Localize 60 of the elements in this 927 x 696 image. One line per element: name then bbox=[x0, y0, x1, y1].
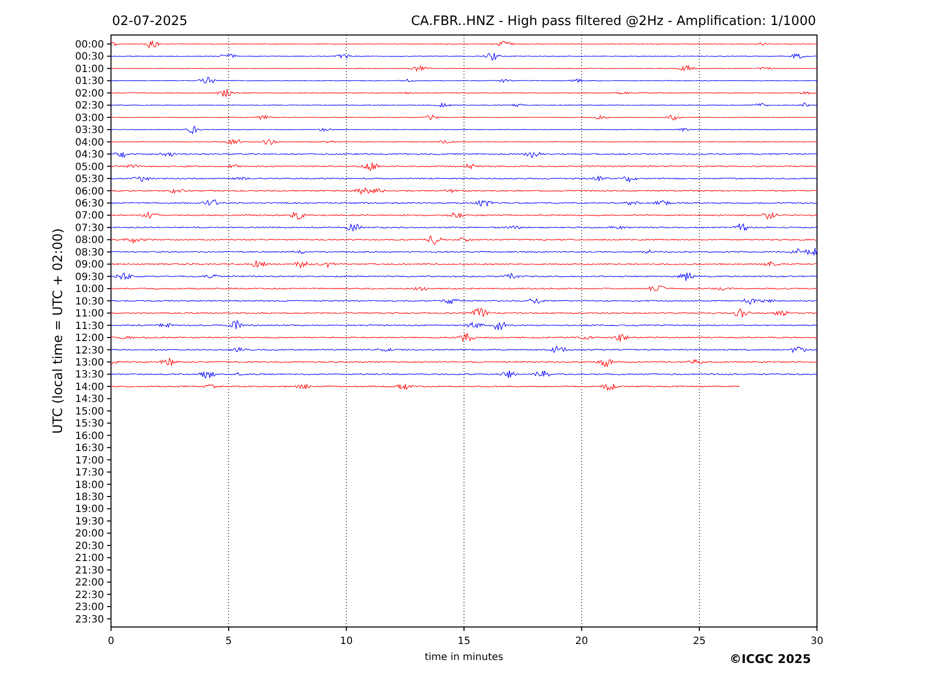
time-label: 01:30 bbox=[75, 76, 104, 88]
time-label: 11:00 bbox=[75, 308, 104, 320]
time-label: 00:30 bbox=[75, 52, 104, 63]
axis-tick-label: 20 bbox=[575, 636, 588, 647]
time-label: 11:30 bbox=[75, 320, 104, 332]
time-label: 23:30 bbox=[75, 614, 104, 626]
time-label: 17:30 bbox=[75, 468, 104, 479]
time-label: 20:30 bbox=[75, 540, 104, 552]
time-label: 18:30 bbox=[75, 492, 104, 503]
axis-tick-label: 5 bbox=[225, 636, 232, 647]
time-label: 14:00 bbox=[75, 382, 104, 393]
time-label: 10:30 bbox=[75, 296, 104, 308]
time-label: 05:30 bbox=[75, 174, 104, 186]
time-label: 16:00 bbox=[75, 430, 104, 442]
time-label: 02:00 bbox=[75, 88, 104, 100]
time-label: 06:30 bbox=[75, 198, 104, 210]
axis-tick-label: 30 bbox=[810, 636, 824, 647]
time-label: 04:00 bbox=[75, 137, 104, 148]
time-label: 18:00 bbox=[75, 480, 104, 491]
time-label: 19:30 bbox=[75, 516, 104, 528]
time-label: 21:30 bbox=[75, 565, 104, 576]
time-label: 13:30 bbox=[75, 370, 104, 381]
time-label: 15:30 bbox=[75, 418, 104, 430]
axis-tick-label: 0 bbox=[108, 636, 114, 647]
time-label: 12:00 bbox=[75, 333, 104, 344]
time-label: 06:00 bbox=[75, 186, 104, 198]
time-label: 17:00 bbox=[75, 455, 104, 466]
time-label: 16:30 bbox=[75, 443, 104, 454]
time-label: 22:30 bbox=[75, 590, 104, 601]
time-label: 09:00 bbox=[75, 260, 104, 271]
time-label: 23:00 bbox=[75, 602, 104, 614]
time-label: 03:30 bbox=[75, 125, 104, 136]
x-axis-label: time in minutes bbox=[424, 652, 504, 663]
copyright-text: ©ICGC 2025 bbox=[729, 652, 811, 666]
time-label: 10:00 bbox=[75, 284, 104, 296]
time-label: 07:30 bbox=[75, 222, 104, 234]
axis-tick-label: 10 bbox=[340, 636, 353, 647]
time-label: 14:30 bbox=[75, 394, 104, 406]
date-title: 02-07-2025 bbox=[112, 14, 188, 29]
time-label: 15:00 bbox=[75, 406, 104, 418]
axis-tick-label: 15 bbox=[458, 636, 470, 647]
time-label: 07:00 bbox=[75, 210, 104, 222]
chart-title: CA.FBR..HNZ - High pass filtered @2Hz - Amplification: 1/1000 bbox=[410, 14, 816, 29]
time-label: 01:00 bbox=[75, 64, 104, 75]
time-label: 00:00 bbox=[75, 40, 104, 50]
time-label: 03:00 bbox=[75, 112, 104, 124]
time-label: 21:00 bbox=[75, 553, 104, 564]
axis-tick-label: 25 bbox=[692, 636, 706, 647]
y-axis-label: UTC (local time = UTC + 02:00) bbox=[51, 228, 66, 434]
time-label: 02:30 bbox=[75, 100, 104, 112]
time-label: 19:00 bbox=[75, 504, 104, 516]
time-label: 08:30 bbox=[75, 247, 104, 258]
time-label: 04:30 bbox=[75, 150, 104, 161]
time-label: 05:00 bbox=[75, 162, 104, 173]
time-label: 22:00 bbox=[75, 578, 104, 589]
time-label: 20:00 bbox=[75, 528, 104, 540]
time-label: 08:00 bbox=[75, 235, 104, 246]
time-label: 09:30 bbox=[75, 272, 104, 283]
time-label: 12:30 bbox=[75, 345, 104, 356]
time-label: 13:00 bbox=[75, 357, 104, 368]
